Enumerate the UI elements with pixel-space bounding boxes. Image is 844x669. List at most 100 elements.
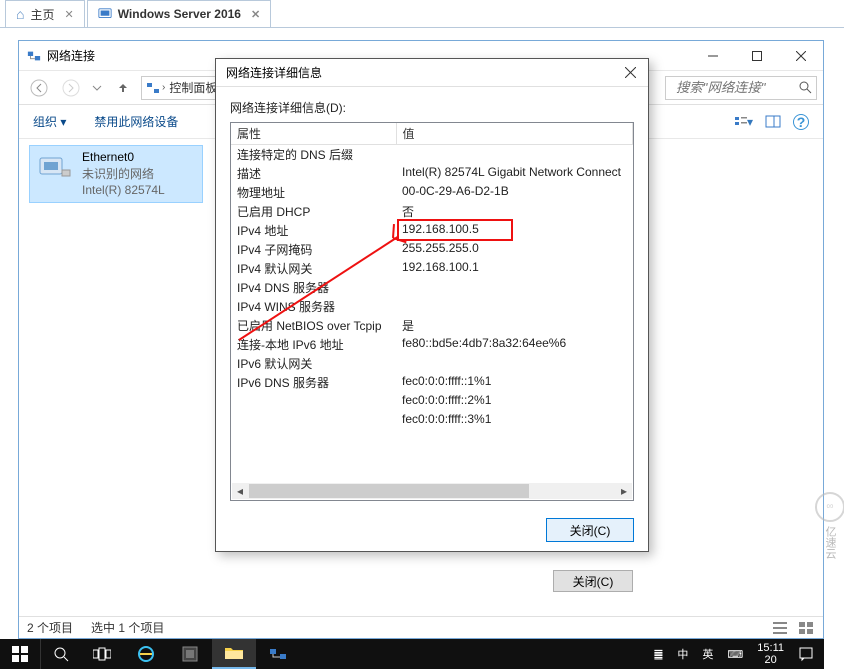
detail-property: 连接-本地 IPv6 地址	[231, 335, 396, 354]
organize-menu[interactable]: 组织 ▾	[33, 113, 66, 130]
clock[interactable]: 15:11 20	[757, 642, 784, 666]
tab-ws-close-icon[interactable]: ✕	[251, 8, 260, 21]
scroll-thumb[interactable]	[249, 484, 529, 498]
detail-row[interactable]: IPv4 WINS 服务器	[231, 297, 633, 316]
notification-center-icon[interactable]	[798, 646, 814, 662]
detail-property: 连接特定的 DNS 后缀	[231, 145, 396, 165]
detail-property: IPv4 默认网关	[231, 259, 396, 278]
detail-value	[396, 297, 633, 316]
dialog-footer: 关闭(C)	[216, 509, 648, 551]
network-icon-small	[146, 81, 160, 95]
detail-row[interactable]: IPv6 默认网关	[231, 354, 633, 373]
detail-row[interactable]: 描述Intel(R) 82574L Gigabit Network Connec…	[231, 164, 633, 183]
back-button[interactable]	[25, 75, 53, 101]
behind-dialog-close-button[interactable]: 关闭(C)	[553, 570, 633, 592]
search-input[interactable]	[670, 77, 812, 99]
browser-tab-strip: ⌂ 主页 ✕ Windows Server 2016 ✕	[0, 0, 844, 28]
window-close-button[interactable]	[779, 42, 823, 70]
search-box[interactable]	[665, 76, 817, 100]
detail-property	[231, 411, 396, 430]
disable-device-button[interactable]: 禁用此网络设备	[94, 113, 178, 130]
crumb-sep-icon: ›	[160, 82, 167, 93]
taskbar-search-button[interactable]	[40, 639, 80, 669]
detail-property: IPv4 子网掩码	[231, 240, 396, 259]
keyboard-icon[interactable]: ⌨	[727, 648, 743, 661]
detail-value: 255.255.255.0	[396, 240, 633, 259]
detail-property: IPv4 WINS 服务器	[231, 297, 396, 316]
detail-value: fec0:0:0:ffff::3%1	[396, 411, 633, 430]
tab-home[interactable]: ⌂ 主页 ✕	[5, 0, 85, 27]
help-icon[interactable]: ?	[793, 114, 809, 130]
search-icon[interactable]	[798, 80, 812, 94]
detail-row[interactable]: 物理地址00-0C-29-A6-D2-1B	[231, 183, 633, 202]
ime-indicator-2[interactable]: 英	[702, 646, 713, 662]
breadcrumb-control-panel[interactable]: 控制面板	[167, 79, 219, 96]
detail-value: 192.168.100.5	[396, 221, 633, 240]
detail-row[interactable]: 连接-本地 IPv6 地址fe80::bd5e:4db7:8a32:64ee%6	[231, 335, 633, 354]
tab-home-label: 主页	[30, 6, 54, 23]
detail-row[interactable]: IPv4 地址192.168.100.5	[231, 221, 633, 240]
nic-icon	[34, 150, 74, 190]
scroll-left-icon[interactable]: ◂	[232, 484, 248, 498]
dialog-title-text: 网络连接详细信息	[226, 64, 322, 81]
tray-icon[interactable]: ䷀	[654, 648, 664, 661]
tab-ws-label: Windows Server 2016	[118, 7, 241, 21]
task-view-button[interactable]	[80, 639, 124, 669]
detail-row[interactable]: fec0:0:0:ffff::2%1	[231, 392, 633, 411]
col-header-value[interactable]: 值	[396, 123, 633, 145]
detail-property	[231, 392, 396, 411]
detail-row[interactable]: 连接特定的 DNS 后缀	[231, 145, 633, 165]
taskbar-network[interactable]	[256, 639, 300, 669]
maximize-button[interactable]	[735, 42, 779, 70]
up-button[interactable]	[109, 75, 137, 101]
detail-row[interactable]: fec0:0:0:ffff::3%1	[231, 411, 633, 430]
detail-row[interactable]: 已启用 NetBIOS over Tcpip是	[231, 316, 633, 335]
recent-dropdown[interactable]	[89, 75, 105, 101]
ime-indicator-1[interactable]: 中	[677, 646, 688, 662]
home-icon: ⌂	[16, 6, 24, 22]
dialog-close-action-button[interactable]: 关闭(C)	[546, 518, 634, 542]
detail-value	[396, 278, 633, 297]
detail-property: 已启用 DHCP	[231, 202, 396, 221]
start-button[interactable]	[0, 639, 40, 669]
detail-property: 物理地址	[231, 183, 396, 202]
forward-button[interactable]	[57, 75, 85, 101]
taskbar-server-manager[interactable]	[168, 639, 212, 669]
detail-value: fec0:0:0:ffff::1%1	[396, 373, 633, 392]
detail-row[interactable]: IPv4 默认网关192.168.100.1	[231, 259, 633, 278]
preview-pane-icon[interactable]	[763, 112, 783, 132]
dialog-subtitle: 网络连接详细信息(D):	[230, 99, 634, 116]
detail-row[interactable]: IPv4 子网掩码255.255.255.0	[231, 240, 633, 259]
detail-row[interactable]: IPv4 DNS 服务器	[231, 278, 633, 297]
detail-property: IPv4 地址	[231, 221, 396, 240]
detail-value: 是	[396, 316, 633, 335]
detail-row[interactable]: 已启用 DHCP否	[231, 202, 633, 221]
breadcrumb-bar[interactable]: › 控制面板	[141, 76, 225, 100]
taskbar-ie[interactable]	[124, 639, 168, 669]
detail-value	[396, 354, 633, 373]
minimize-button[interactable]	[691, 42, 735, 70]
status-bar: 2 个项目 选中 1 个项目	[19, 616, 823, 638]
tab-home-close-icon[interactable]: ✕	[64, 8, 73, 21]
detail-value: fe80::bd5e:4db7:8a32:64ee%6	[396, 335, 633, 354]
dialog-titlebar: 网络连接详细信息	[216, 59, 648, 87]
view-dropdown-icon[interactable]: ▾	[733, 112, 753, 132]
detail-value	[396, 145, 633, 165]
large-icons-view-icon[interactable]	[797, 620, 815, 636]
taskbar-explorer[interactable]	[212, 639, 256, 669]
details-view-icon[interactable]	[771, 620, 789, 636]
col-header-property[interactable]: 属性	[231, 123, 396, 145]
detail-property: 已启用 NetBIOS over Tcpip	[231, 316, 396, 335]
adapter-ethernet0[interactable]: Ethernet0 未识别的网络 Intel(R) 82574L Giga...	[29, 145, 203, 203]
dialog-close-button[interactable]	[616, 62, 644, 84]
detail-value: Intel(R) 82574L Gigabit Network Connect	[396, 164, 633, 183]
detail-value: 192.168.100.1	[396, 259, 633, 278]
details-listview[interactable]: 属性 值 连接特定的 DNS 后缀描述Intel(R) 82574L Gigab…	[230, 122, 634, 501]
network-connections-icon	[27, 49, 41, 63]
adapter-state: 未识别的网络	[82, 165, 198, 182]
detail-value: 否	[396, 202, 633, 221]
detail-row[interactable]: IPv6 DNS 服务器fec0:0:0:ffff::1%1	[231, 373, 633, 392]
horizontal-scrollbar[interactable]: ◂ ▸	[232, 483, 632, 499]
scroll-right-icon[interactable]: ▸	[616, 484, 632, 498]
tab-windows-server[interactable]: Windows Server 2016 ✕	[87, 0, 272, 27]
